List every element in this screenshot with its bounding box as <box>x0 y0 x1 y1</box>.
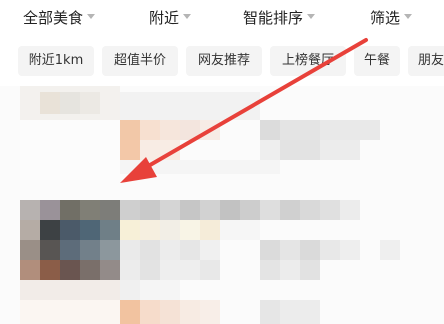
caret-down-icon <box>87 14 96 19</box>
chip-lunch[interactable]: 午餐 <box>354 46 400 76</box>
restaurant-list-blurred <box>0 86 444 324</box>
pixelated-listing-mosaic <box>20 86 400 324</box>
filter-smart-sort[interactable]: 智能排序 <box>243 7 316 29</box>
caret-down-icon <box>404 14 413 19</box>
chip-nearby-1km[interactable]: 附近1km <box>18 46 94 76</box>
filter-all-food-label: 全部美食 <box>23 9 84 27</box>
quick-filter-chips: 附近1km 超值半价 网友推荐 上榜餐厅 午餐 朋友 <box>0 36 444 86</box>
chip-top-restaurants[interactable]: 上榜餐厅 <box>270 46 346 76</box>
filter-bar: 全部美食 附近 智能排序 筛选 <box>0 0 444 36</box>
caret-down-icon <box>183 14 192 19</box>
filter-smart-sort-label: 智能排序 <box>243 9 304 27</box>
chip-recommended[interactable]: 网友推荐 <box>186 46 262 76</box>
caret-down-icon <box>307 14 316 19</box>
filter-nearby[interactable]: 附近 <box>149 7 192 29</box>
filter-all-food[interactable]: 全部美食 <box>23 7 96 29</box>
chip-half-price[interactable]: 超值半价 <box>102 46 178 76</box>
chip-friends[interactable]: 朋友 <box>408 46 444 76</box>
filter-nearby-label: 附近 <box>149 9 180 27</box>
filter-screen[interactable]: 筛选 <box>370 7 413 29</box>
filter-screen-label: 筛选 <box>370 9 401 27</box>
